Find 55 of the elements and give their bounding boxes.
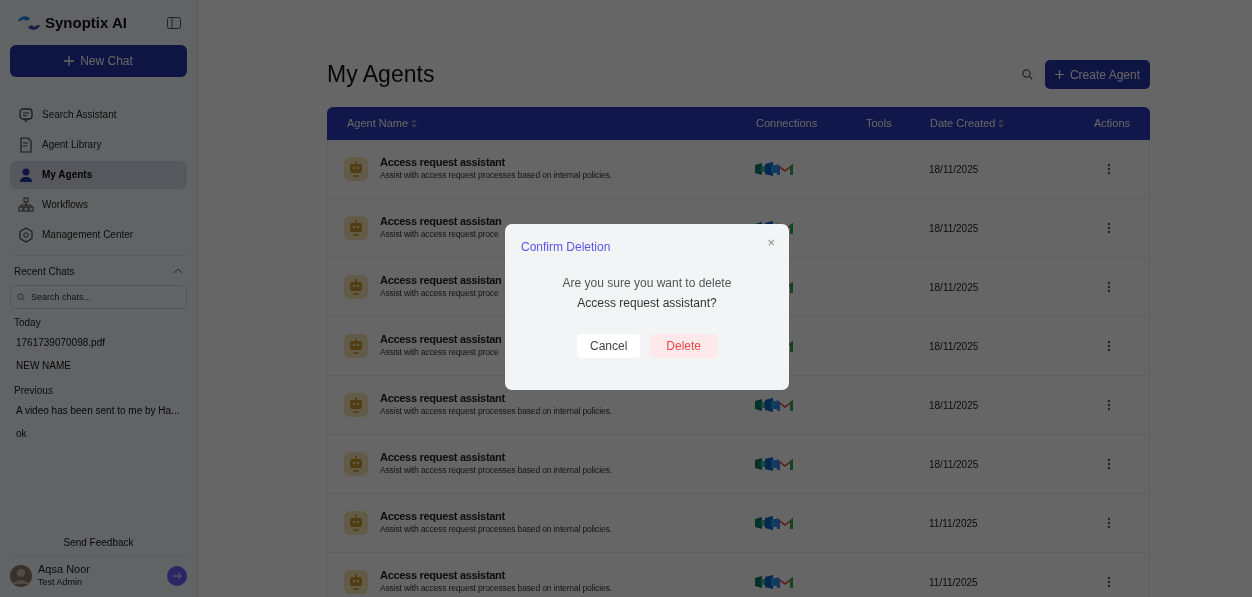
date-cell-text: 18/11/2025 xyxy=(929,398,980,413)
chat-item[interactable]: 1761739070098.pdf xyxy=(10,330,187,354)
chat-item[interactable]: ok xyxy=(10,421,187,445)
agent-description: Assist with access request processes based on internal policies. xyxy=(380,464,612,477)
column-header: Date Created xyxy=(930,116,996,132)
dialog-target: Access request assistant? xyxy=(576,295,718,312)
date-cell-text: 18/11/2025 xyxy=(929,280,980,295)
agent-description: Assist with access request processes based on internal policies. xyxy=(380,405,612,418)
date-cell-text: 11/11/2025 xyxy=(929,575,979,590)
search-field[interactable]: Search chats... xyxy=(10,284,187,309)
agent-name: Access request assistant xyxy=(380,569,506,583)
agent-description: Assist with access request processes based on internal policies. xyxy=(380,582,612,595)
agent-description: Assist with access request proce xyxy=(380,287,500,300)
nav-item[interactable]: Agent Library xyxy=(10,130,187,159)
agent-description: Assist with access request processes based on internal policies. xyxy=(380,169,612,182)
user-role: Test Admin xyxy=(38,575,84,589)
dialog-message: Are you sure you want to delete xyxy=(561,275,733,292)
date-cell-text: 18/11/2025 xyxy=(929,162,980,177)
nav-item[interactable]: Search Assistant xyxy=(10,100,187,129)
chat-item[interactable]: NEW NAME xyxy=(10,353,187,377)
agent-name: Access request assistant xyxy=(380,156,506,170)
date-cell-text: 11/11/2025 xyxy=(929,516,979,531)
date-cell-text: 18/11/2025 xyxy=(929,221,980,236)
agent-name: Access request assistant xyxy=(380,392,506,406)
nav-item[interactable]: Management Center xyxy=(10,220,187,249)
agent-name: Access request assistant xyxy=(380,451,506,465)
date-cell-text: 18/11/2025 xyxy=(929,339,980,354)
delete-button[interactable]: Delete xyxy=(650,334,717,358)
agent-description: Assist with access request proce xyxy=(380,346,500,359)
group-label: Previous xyxy=(13,383,54,398)
feedback-link[interactable]: Send Feedback xyxy=(10,529,187,557)
nav-item[interactable]: My Agents xyxy=(10,160,187,189)
column-header: Actions xyxy=(1093,116,1130,132)
group-label: Today xyxy=(13,315,42,330)
brand-name: Synoptix AI xyxy=(45,13,127,33)
agent-name: Access request assistan xyxy=(380,274,502,288)
nav-item[interactable]: Workflows xyxy=(10,190,187,219)
agent-description: Assist with access request processes based on internal policies. xyxy=(380,523,612,536)
page-title: My Agents xyxy=(327,60,435,89)
create-agent-button[interactable]: Create Agent xyxy=(1044,60,1150,89)
user-name: Aqsa Noor xyxy=(38,563,91,576)
column-header: Connections xyxy=(756,116,818,132)
new-chat-button[interactable]: New Chat xyxy=(10,44,187,77)
agent-description: Assist with access request proce xyxy=(380,228,500,241)
agent-name: Access request assistan xyxy=(380,333,502,347)
dialog-title: Confirm Deletion xyxy=(521,240,611,255)
column-header: Agent Name xyxy=(347,116,409,132)
date-cell-text: 18/11/2025 xyxy=(929,457,980,472)
close-button[interactable]: × xyxy=(767,236,775,249)
agent-name: Access request assistant xyxy=(380,510,506,524)
agent-name: Access request assistan xyxy=(380,215,502,229)
chat-item[interactable]: A video has been sent to me by Ha... xyxy=(10,398,187,422)
column-header: Tools xyxy=(866,116,892,132)
section-title: Recent Chats xyxy=(14,264,75,279)
cancel-button[interactable]: Cancel xyxy=(576,334,641,358)
